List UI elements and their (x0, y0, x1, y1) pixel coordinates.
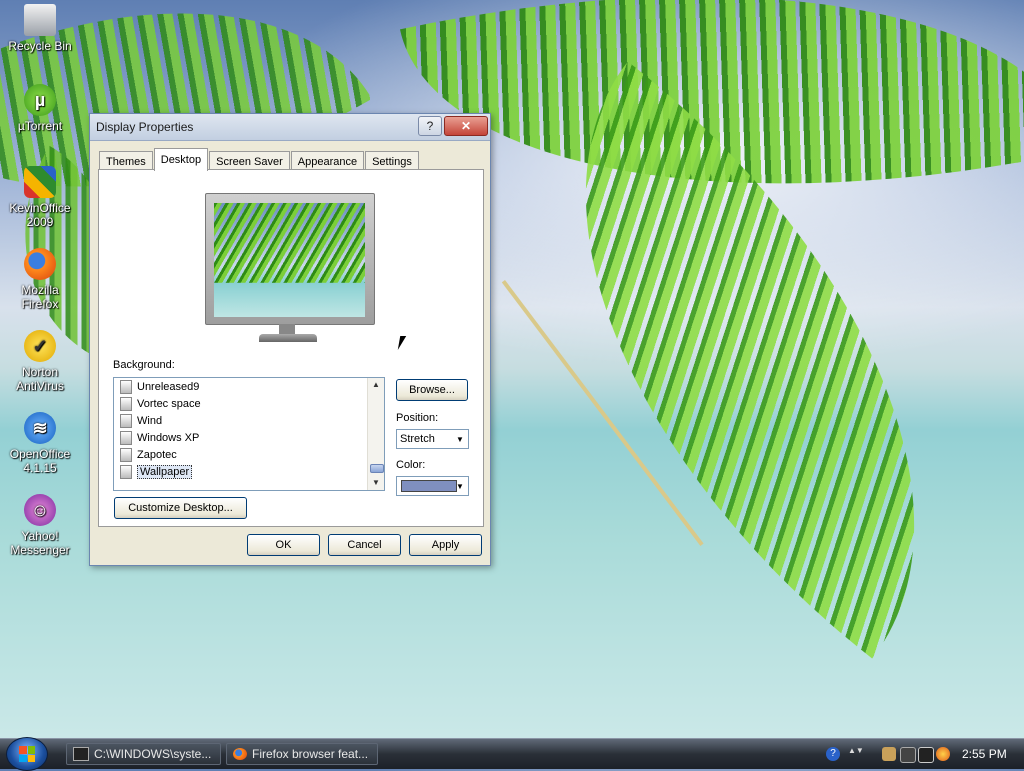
customize-desktop-button[interactable]: Customize Desktop... (114, 497, 247, 519)
taskbar-item-label: C:\WINDOWS\syste... (94, 747, 212, 761)
help-icon: ? (426, 119, 434, 133)
desktop-icon-label: OpenOffice 4.1.15 (9, 447, 71, 475)
taskbar-clock[interactable]: 2:55 PM (962, 747, 1007, 761)
desktop-icon-label: Recycle Bin (8, 39, 72, 53)
utorrent-icon: µ (24, 84, 56, 116)
desktop-icon-label: µTorrent (17, 119, 63, 133)
close-button[interactable]: ✕ (444, 116, 488, 136)
desktop-icon-label: Yahoo! Messenger (10, 529, 70, 557)
color-label: Color: (396, 459, 426, 471)
firefox-icon (24, 248, 56, 280)
desktop-icon-recycle-bin[interactable]: Recycle Bin (4, 4, 76, 53)
display-properties-dialog: Display Properties ? ✕ Themes Desktop Sc… (89, 113, 491, 566)
scroll-down-icon[interactable]: ▼ (368, 476, 384, 490)
monitor-stand (279, 324, 295, 334)
background-label: Background: (113, 359, 175, 371)
desktop-tab-panel: Background: Unreleased9 Vortec space Win… (98, 169, 484, 527)
desktop-icon-norton[interactable]: ✓ Norton AntiVirus (4, 330, 76, 393)
tab-screen-saver[interactable]: Screen Saver (209, 151, 290, 171)
dialog-title: Display Properties (96, 120, 194, 134)
list-item[interactable]: Zapotec (114, 446, 366, 463)
position-value: Stretch (400, 433, 435, 445)
tab-appearance[interactable]: Appearance (290, 151, 365, 171)
image-file-icon (120, 379, 132, 394)
windows-logo-icon (19, 746, 35, 762)
yahoo-messenger-icon: ☺ (24, 494, 56, 526)
browse-button[interactable]: Browse... (396, 379, 468, 401)
tray-app-icon[interactable] (882, 747, 896, 761)
console-icon (73, 747, 89, 761)
position-select[interactable]: Stretch ▼ (396, 429, 469, 449)
dialog-titlebar[interactable]: Display Properties ? ✕ (90, 114, 490, 141)
kevinoffice-icon (24, 166, 56, 198)
list-item-selected[interactable]: Wallpaper (114, 463, 366, 480)
image-file-icon (120, 464, 132, 479)
desktop-icon-label: Mozilla Firefox (21, 283, 59, 311)
desktop-icon-kevinoffice[interactable]: KevinOffice 2009 (4, 166, 76, 229)
close-icon: ✕ (460, 119, 472, 133)
image-file-icon (120, 413, 132, 428)
help-tray-icon[interactable]: ? (826, 747, 840, 761)
tray-expand-icon[interactable]: ▲▼ (848, 747, 864, 761)
desktop-icon-yahoo[interactable]: ☺ Yahoo! Messenger (4, 494, 76, 557)
desktop-icon-openoffice[interactable]: ≋ OpenOffice 4.1.15 (4, 412, 76, 475)
image-file-icon (120, 396, 132, 411)
cancel-button[interactable]: Cancel (328, 534, 401, 556)
tab-desktop[interactable]: Desktop (153, 148, 209, 171)
start-button[interactable] (6, 737, 48, 771)
preview-monitor (205, 193, 375, 325)
messenger-tray-icon[interactable] (936, 747, 950, 761)
desktop-icon-utorrent[interactable]: µ µTorrent (4, 84, 76, 133)
scroll-up-icon[interactable]: ▲ (368, 378, 384, 392)
position-label: Position: (396, 412, 439, 424)
image-file-icon (120, 430, 132, 445)
tab-themes[interactable]: Themes (99, 151, 153, 171)
recycle-bin-icon (24, 4, 56, 36)
apply-button[interactable]: Apply (409, 534, 482, 556)
taskbar: C:\WINDOWS\syste... Firefox browser feat… (0, 737, 1024, 771)
list-item[interactable]: Unreleased9 (114, 378, 366, 395)
battery-tray-icon[interactable] (918, 747, 934, 763)
monitor-base (259, 334, 317, 342)
ok-button[interactable]: OK (247, 534, 320, 556)
openoffice-icon: ≋ (24, 412, 56, 444)
color-swatch (401, 480, 457, 492)
taskbar-item-label: Firefox browser feat... (252, 747, 369, 761)
help-button[interactable]: ? (418, 116, 442, 136)
list-item[interactable]: Vortec space (114, 395, 366, 412)
image-file-icon (120, 447, 132, 462)
mouse-cursor-icon (397, 336, 413, 350)
firefox-icon (233, 748, 247, 760)
list-item[interactable]: Wind (114, 412, 366, 429)
background-listbox[interactable]: Unreleased9 Vortec space Wind Windows XP… (113, 377, 385, 491)
tab-settings[interactable]: Settings (365, 151, 419, 171)
tab-bar: Themes Desktop Screen Saver Appearance S… (99, 148, 420, 171)
desktop-icon-label: Norton AntiVirus (16, 365, 64, 393)
taskbar-item-firefox[interactable]: Firefox browser feat... (226, 743, 378, 765)
color-picker-button[interactable]: ▼ (396, 476, 469, 496)
taskbar-item-console[interactable]: C:\WINDOWS\syste... (66, 743, 221, 765)
list-item[interactable]: Windows XP (114, 429, 366, 446)
desktop-icon-label: KevinOffice 2009 (9, 201, 71, 229)
scroll-thumb[interactable] (370, 464, 384, 473)
wallpaper-preview (214, 203, 365, 317)
phone-tray-icon[interactable] (900, 747, 916, 763)
list-scrollbar[interactable]: ▲ ▼ (367, 378, 384, 490)
chevron-down-icon: ▼ (456, 481, 464, 491)
desktop-icon-firefox[interactable]: Mozilla Firefox (4, 248, 76, 311)
norton-icon: ✓ (24, 330, 56, 362)
chevron-down-icon: ▼ (456, 434, 464, 444)
